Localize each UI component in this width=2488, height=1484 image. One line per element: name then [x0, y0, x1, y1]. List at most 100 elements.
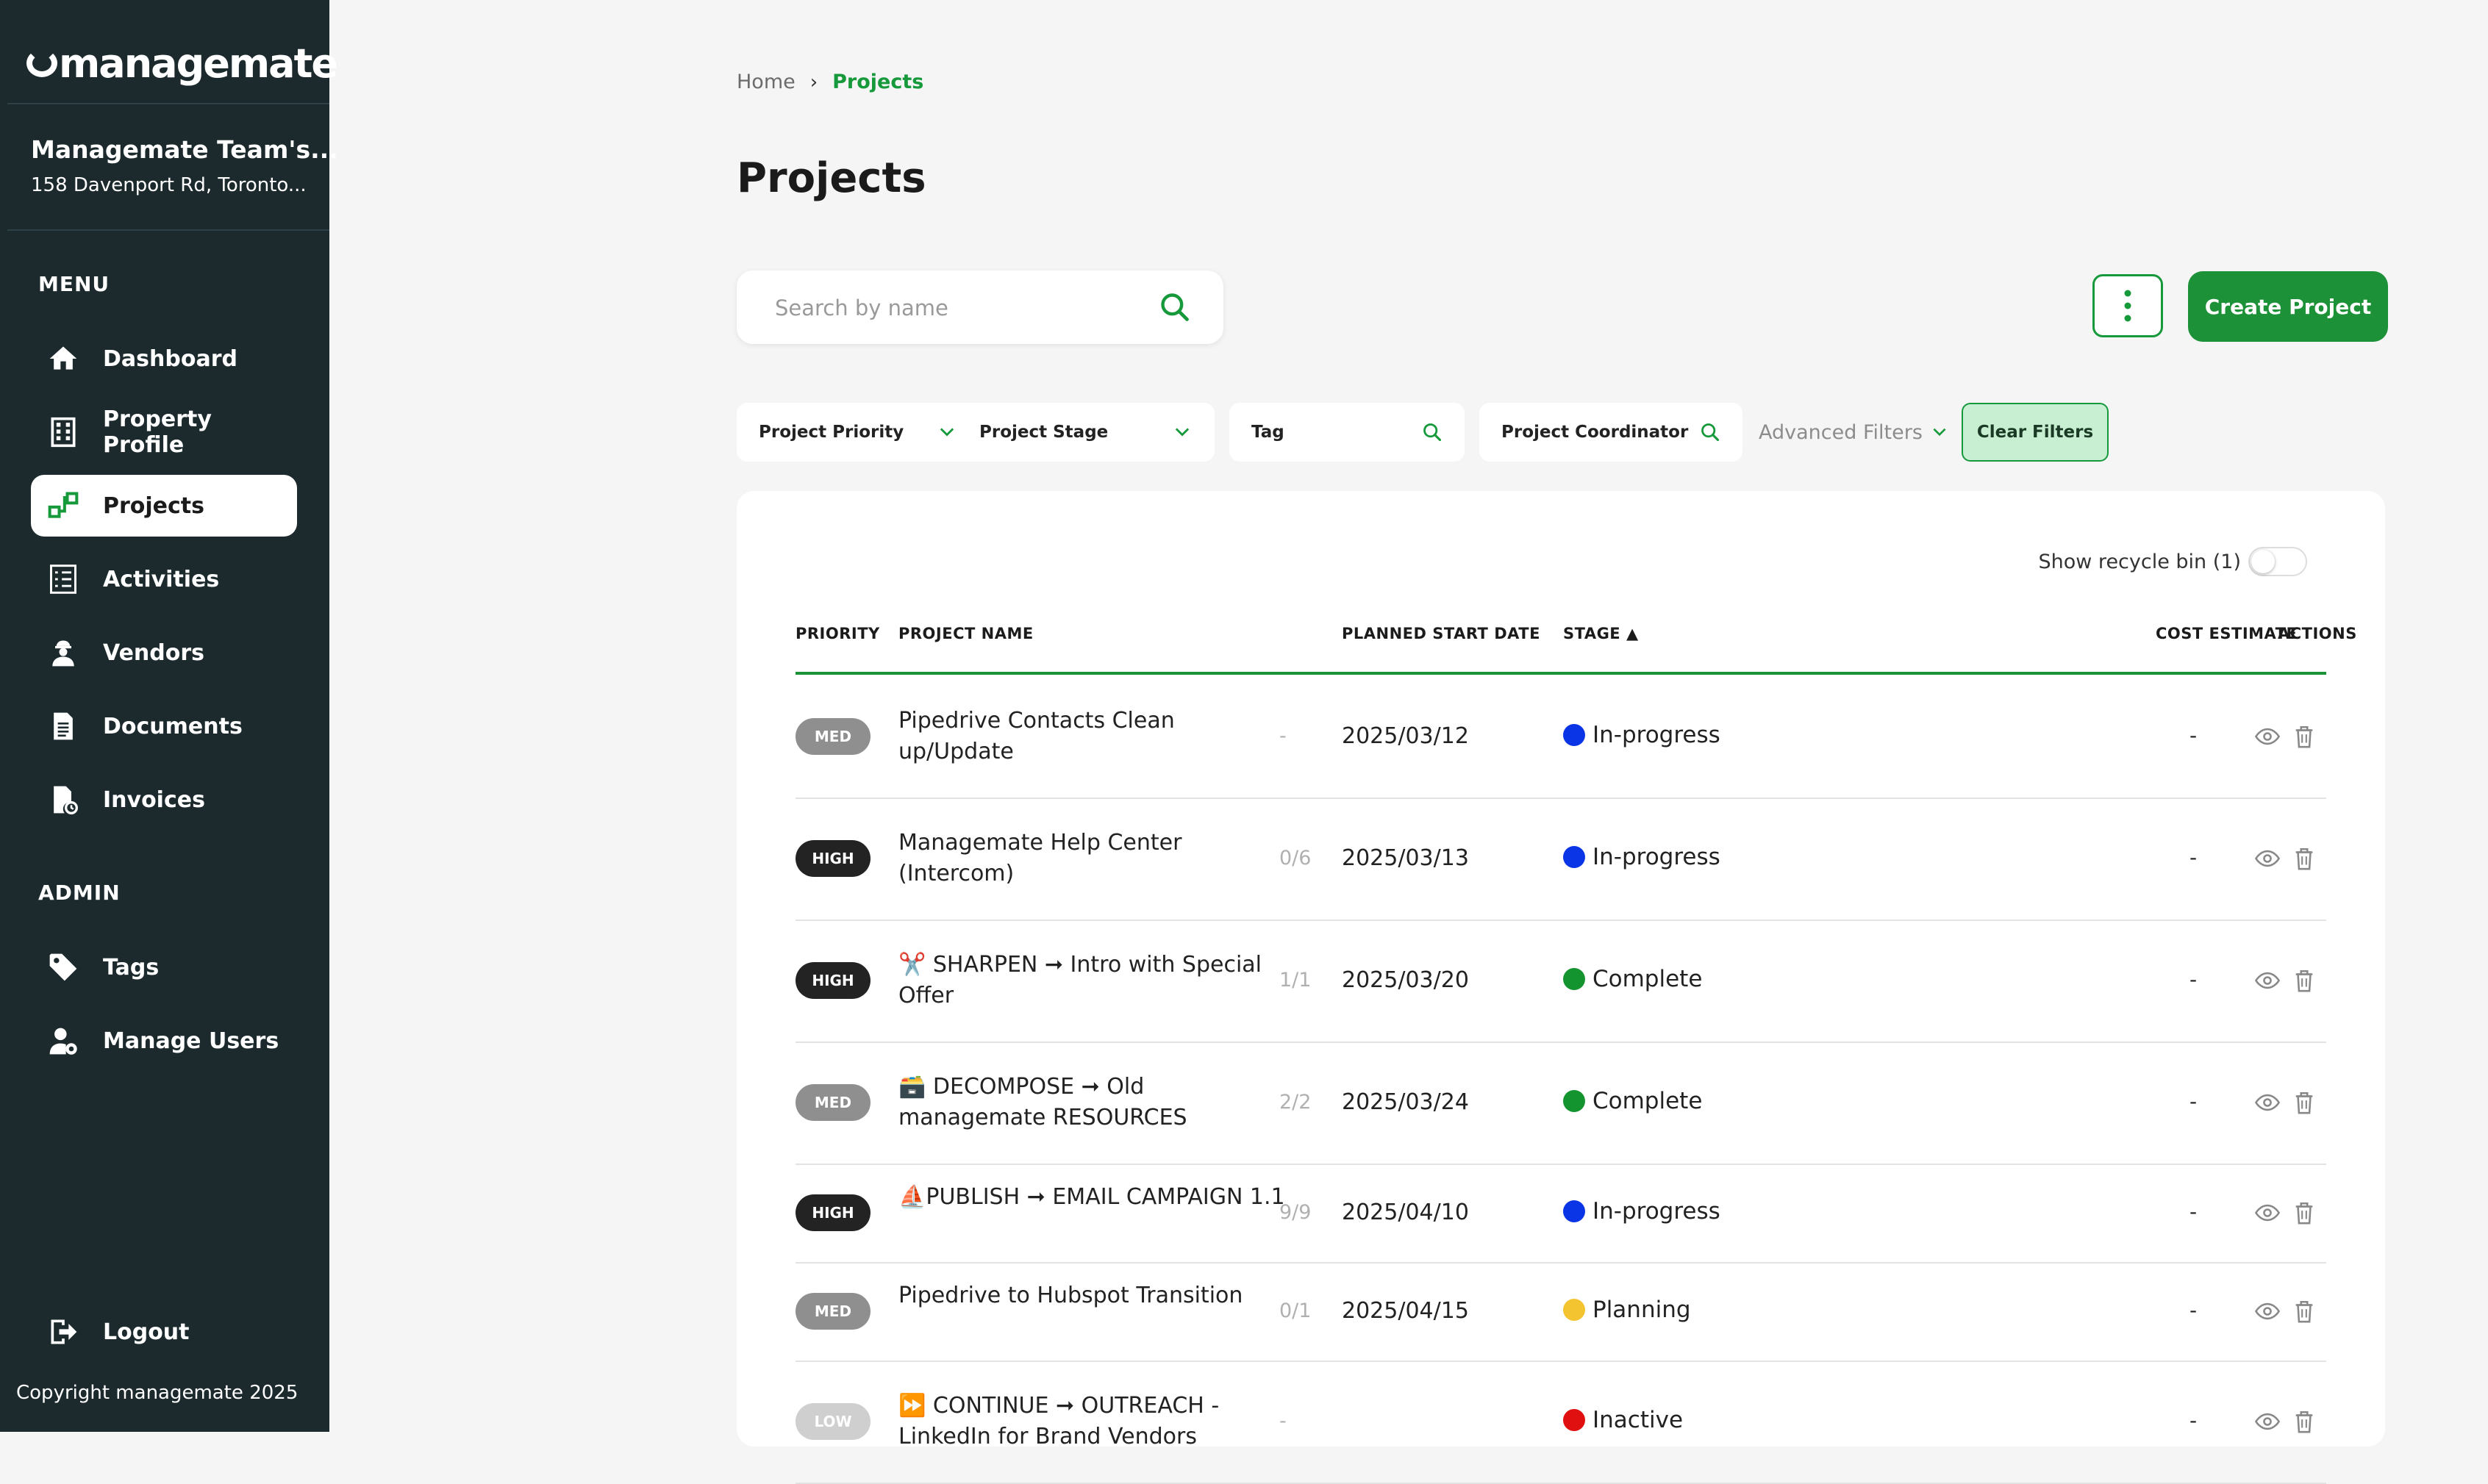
worker-icon: [52, 640, 74, 667]
trash-icon[interactable]: [2292, 724, 2317, 749]
trash-icon[interactable]: [2292, 1299, 2317, 1324]
stage-status-dot: [1563, 1299, 1585, 1321]
sidebar: managemate Managemate Team's... 158 Dave…: [0, 0, 338, 1432]
page-title: Projects: [737, 154, 926, 202]
stage-status-dot: [1563, 723, 1585, 746]
trash-icon[interactable]: [2292, 1200, 2317, 1225]
planned-start-date: 2025/03/13: [1342, 845, 1469, 871]
copyright: Copyright managemate 2025: [16, 1382, 299, 1404]
stage-status-dot: [1563, 846, 1585, 868]
trash-icon[interactable]: [2292, 1409, 2317, 1434]
column-header-priority[interactable]: PRIORITY: [796, 625, 880, 642]
table-row[interactable]: MED 🗃️ DECOMPOSE ➞ Old managemate RESOURC…: [796, 1042, 2326, 1165]
search-input[interactable]: [773, 291, 1129, 325]
logout-button[interactable]: Logout: [31, 1301, 297, 1363]
task-progress: 1/1: [1279, 969, 1312, 992]
eye-icon[interactable]: [2255, 1200, 2280, 1225]
sidebar-item-vendors[interactable]: Vendors: [31, 622, 297, 684]
project-name-link[interactable]: Pipedrive to Hubspot Transition: [898, 1280, 1295, 1311]
project-name-link[interactable]: Pipedrive Contacts Clean up/Update: [898, 706, 1295, 767]
team-name: Managemate Team's...: [31, 135, 338, 164]
eye-icon[interactable]: [2255, 846, 2280, 871]
breadcrumb-home[interactable]: Home: [737, 71, 796, 93]
column-header-planned-start-date[interactable]: PLANNED START DATE: [1342, 625, 1540, 642]
sidebar-item-manage-users[interactable]: Manage Users: [31, 1010, 297, 1072]
table-row[interactable]: MED Pipedrive to Hubspot Transition 0/1 202…: [796, 1262, 2326, 1362]
invoice-icon: [54, 786, 78, 814]
eye-icon[interactable]: [2255, 724, 2280, 749]
trash-icon[interactable]: [2292, 1090, 2317, 1115]
search-icon[interactable]: [1159, 291, 1191, 323]
eye-icon[interactable]: [2255, 1090, 2280, 1115]
column-header-stage[interactable]: STAGE ▲: [1563, 625, 1639, 642]
tag-filter[interactable]: Tag: [1229, 403, 1465, 462]
project-name-link[interactable]: Managemate Help Center (Intercom): [898, 828, 1295, 889]
team-address: 158 Davenport Rd, Toronto...: [31, 174, 307, 196]
sidebar-item-tags[interactable]: Tags: [31, 936, 297, 998]
project-name-link[interactable]: ⛵PUBLISH ➞ EMAIL CAMPAIGN 1.1: [898, 1182, 1295, 1213]
recycle-bin-toggle[interactable]: [2248, 547, 2307, 576]
trash-icon[interactable]: [2292, 846, 2317, 871]
clear-filters-button[interactable]: Clear Filters: [1962, 403, 2109, 462]
project-name-link[interactable]: ✂️ SHARPEN ➞ Intro with Special Offer: [898, 950, 1295, 1011]
brand-logo[interactable]: managemate: [26, 40, 338, 87]
search-icon: [1701, 423, 1720, 442]
table-row[interactable]: HIGH ✂️ SHARPEN ➞ Intro with Special Offe…: [796, 920, 2326, 1043]
more-options-button[interactable]: [2092, 274, 2163, 337]
project-coordinator-filter[interactable]: Project Coordinator: [1479, 403, 1742, 462]
menu-section-title: MENU: [38, 272, 110, 296]
sidebar-item-dashboard[interactable]: Dashboard: [31, 328, 297, 390]
sidebar-item-property-profile[interactable]: Property Profile: [31, 401, 297, 463]
project-priority-filter[interactable]: Project Priority: [737, 403, 979, 462]
projects-icon: [48, 492, 79, 518]
team-info[interactable]: Managemate Team's... 158 Davenport Rd, T…: [31, 135, 338, 196]
stage-status-dot: [1563, 968, 1585, 990]
create-project-button[interactable]: Create Project: [2188, 271, 2388, 342]
trash-icon[interactable]: [2292, 968, 2317, 993]
table-row[interactable]: MED Pipedrive Contacts Clean up/Update -20…: [796, 675, 2326, 799]
priority-badge: HIGH: [796, 1194, 871, 1231]
stage-label: Complete: [1592, 1088, 1703, 1114]
search-icon: [1423, 423, 1442, 442]
row-actions: [2255, 1409, 2328, 1434]
stage-cell: Inactive: [1563, 1407, 1683, 1433]
sidebar-item-activities[interactable]: Activities: [31, 548, 297, 610]
stage-cell: Complete: [1563, 966, 1702, 992]
advanced-filters-label: Advanced Filters: [1759, 420, 1923, 444]
eye-icon[interactable]: [2255, 1299, 2280, 1324]
stage-label: In-progress: [1592, 721, 1720, 748]
sidebar-item-label: Manage Users: [103, 1028, 279, 1054]
stage-cell: In-progress: [1563, 722, 1720, 748]
filter-label: Project Stage: [979, 423, 1109, 442]
table-row[interactable]: HIGH ⛵PUBLISH ➞ EMAIL CAMPAIGN 1.1 9/9 2025…: [796, 1164, 2326, 1263]
stage-label: In-progress: [1592, 844, 1720, 870]
sidebar-item-documents[interactable]: Documents: [31, 695, 297, 757]
table-row[interactable]: LOW ⏩ CONTINUE ➞ OUTREACH - LinkedIn for …: [796, 1361, 2326, 1484]
project-stage-filter[interactable]: Project Stage: [957, 403, 1215, 462]
stage-label: In-progress: [1592, 1198, 1720, 1225]
sidebar-item-projects[interactable]: Projects: [31, 475, 297, 537]
column-header-project-name[interactable]: PROJECT NAME: [898, 625, 1034, 642]
divider: [7, 103, 329, 104]
planned-start-date: 2025/03/12: [1342, 723, 1469, 749]
projects-table-card: Show recycle bin (1) PRIORITY PROJECT NA…: [737, 491, 2385, 1484]
project-name-link[interactable]: ⏩ CONTINUE ➞ OUTREACH - LinkedIn for Bra…: [898, 1391, 1295, 1452]
user-gear-icon: [49, 1028, 77, 1055]
row-actions: [2255, 1090, 2328, 1115]
sidebar-item-invoices[interactable]: Invoices: [31, 769, 297, 831]
advanced-filters-toggle[interactable]: Advanced Filters: [1759, 403, 1949, 462]
cost-estimate: -: [2189, 723, 2198, 748]
stage-cell: In-progress: [1563, 844, 1720, 870]
home-icon: [49, 346, 77, 370]
eye-icon[interactable]: [2255, 1409, 2280, 1434]
sidebar-item-label: Invoices: [103, 786, 205, 813]
column-header-cost-estimate[interactable]: COST ESTIMATE: [2156, 625, 2297, 642]
eye-icon[interactable]: [2255, 968, 2280, 993]
filter-label: Project Coordinator: [1501, 423, 1689, 442]
tag-icon: [49, 953, 77, 981]
task-progress: -: [1279, 724, 1287, 748]
row-actions: [2255, 968, 2328, 993]
table-row[interactable]: HIGH Managemate Help Center (Intercom) 0/6…: [796, 797, 2326, 921]
project-name-link[interactable]: 🗃️ DECOMPOSE ➞ Old managemate RESOURCES: [898, 1072, 1295, 1133]
cost-estimate: -: [2189, 967, 2198, 992]
